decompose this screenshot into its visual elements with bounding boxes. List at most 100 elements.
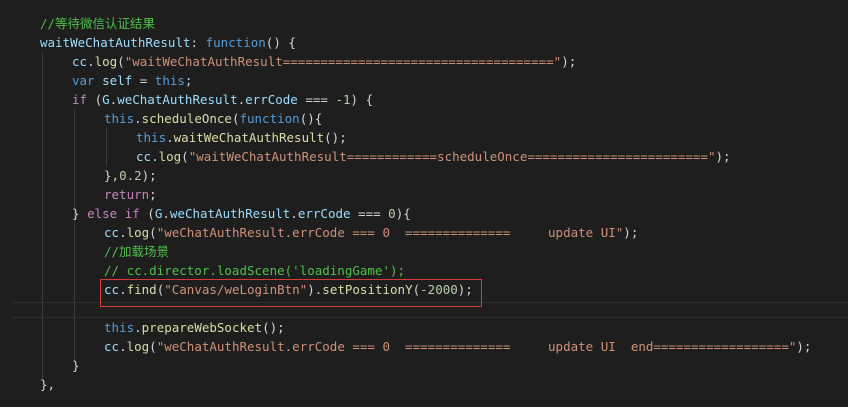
code-line[interactable]: return;: [104, 185, 157, 204]
code-token: waitWeChatAuthResult: [173, 130, 325, 145]
code-token: ;: [149, 187, 157, 202]
code-token: },: [104, 168, 120, 183]
code-line[interactable]: // cc.director.loadScene('loadingGame');: [104, 261, 405, 280]
code-token: .: [166, 130, 174, 145]
code-token: .: [237, 92, 246, 107]
code-token: :: [190, 35, 206, 50]
code-token: cc: [136, 149, 152, 164]
code-token: function: [205, 35, 266, 50]
code-token: ();: [262, 320, 285, 335]
code-line[interactable]: //加载场景: [104, 242, 169, 261]
code-token: log: [126, 225, 150, 240]
code-token: "weChatAuthResult.errCode === 0 ========…: [156, 339, 797, 354]
code-token: ();: [324, 130, 347, 145]
code-token: prepareWebSocket: [141, 320, 263, 335]
code-line[interactable]: if (G.weChatAuthResult.errCode === -1) {: [72, 90, 373, 109]
code-token: .: [87, 54, 95, 69]
code-token: ){: [395, 206, 411, 221]
code-token: //等待微信认证结果: [40, 16, 156, 31]
code-line[interactable]: },0.2);: [104, 166, 157, 185]
code-line[interactable]: this.prepareWebSocket();: [104, 318, 285, 337]
code-token: );: [561, 54, 577, 69]
code-token: log: [158, 149, 182, 164]
code-token: );: [715, 149, 731, 164]
code-line[interactable]: }: [72, 356, 80, 375]
code-token: (: [87, 92, 103, 107]
code-line[interactable]: },: [40, 375, 55, 394]
code-token: ===: [350, 206, 389, 221]
code-token: 0.2: [119, 168, 142, 183]
code-token: .: [119, 225, 127, 240]
code-line[interactable]: cc.log("waitWeChatAuthResult============…: [72, 52, 576, 71]
code-token: weChatAuthResult: [117, 92, 238, 107]
code-token: errCode: [245, 92, 298, 107]
code-token: );: [623, 225, 639, 240]
code-token: waitWeChatAuthResult: [40, 35, 191, 50]
code-token: ) {: [350, 92, 374, 107]
code-token: //加载场景: [104, 244, 170, 259]
code-token: (: [149, 225, 157, 240]
code-token: // cc.director.loadScene('loadingGame');: [104, 263, 406, 278]
code-token: log: [126, 339, 150, 354]
code-token: if: [72, 92, 88, 107]
code-token: cc: [104, 339, 120, 354]
code-token: weChatAuthResult: [169, 206, 291, 221]
code-token: .: [290, 206, 298, 221]
code-line[interactable]: cc.log("weChatAuthResult.errCode === 0 =…: [104, 223, 638, 242]
code-token: cc: [104, 225, 120, 240]
code-token: var: [72, 73, 95, 88]
code-token: return: [104, 187, 150, 202]
code-token: },: [40, 377, 56, 392]
code-token: =: [132, 73, 155, 88]
code-token: this: [154, 73, 185, 88]
code-line[interactable]: } else if (G.weChatAuthResult.errCode ==…: [72, 204, 411, 223]
code-token: (: [149, 339, 157, 354]
code-token: errCode: [297, 206, 351, 221]
code-token: function: [239, 111, 300, 126]
code-token: scheduleOnce: [141, 111, 232, 126]
code-token: else: [87, 206, 118, 221]
code-token: (: [139, 206, 155, 221]
code-token: this: [136, 130, 167, 145]
code-token: ;: [184, 73, 193, 88]
code-token: this: [104, 111, 135, 126]
code-token: }: [72, 358, 80, 373]
code-line[interactable]: this.waitWeChatAuthResult();: [136, 128, 347, 147]
code-token: .: [151, 149, 159, 164]
code-token: G: [102, 92, 110, 107]
code-token: (: [181, 149, 189, 164]
indent-guide: [74, 109, 75, 361]
code-token: this: [104, 320, 135, 335]
code-token: 0: [388, 206, 396, 221]
code-token: );: [796, 339, 812, 354]
code-token: .: [119, 339, 127, 354]
code-token: "waitWeChatAuthResult============schedul…: [188, 149, 716, 164]
code-line[interactable]: this.scheduleOnce(function(){: [104, 109, 322, 128]
code-token: self: [102, 73, 133, 88]
code-token: "waitWeChatAuthResult===================…: [124, 54, 562, 69]
code-token: cc: [72, 54, 88, 69]
code-line[interactable]: cc.log("weChatAuthResult.errCode === 0 =…: [104, 337, 811, 356]
code-token: (){: [299, 111, 323, 126]
code-token: .: [134, 111, 142, 126]
annotation-highlight-box: [100, 279, 482, 307]
indent-guide: [42, 52, 43, 380]
code-line[interactable]: cc.log("waitWeChatAuthResult============…: [136, 147, 731, 166]
code-token: .: [134, 320, 142, 335]
code-line[interactable]: var self = this;: [72, 71, 192, 90]
code-line[interactable]: //等待微信认证结果: [40, 14, 155, 33]
indent-guide: [106, 128, 107, 166]
code-editor[interactable]: //等待微信认证结果 waitWeChatAuthResult: function…: [0, 0, 848, 407]
code-token: );: [141, 168, 157, 183]
code-token: log: [94, 54, 118, 69]
code-token: () {: [265, 35, 296, 50]
code-token: .: [162, 206, 170, 221]
code-token: ===: [297, 92, 336, 107]
code-token: -1: [335, 92, 351, 107]
code-token: "weChatAuthResult.errCode === 0 ========…: [156, 225, 624, 240]
code-line[interactable]: waitWeChatAuthResult: function() {: [40, 33, 296, 52]
code-token: }: [72, 206, 88, 221]
code-token: (: [117, 54, 125, 69]
